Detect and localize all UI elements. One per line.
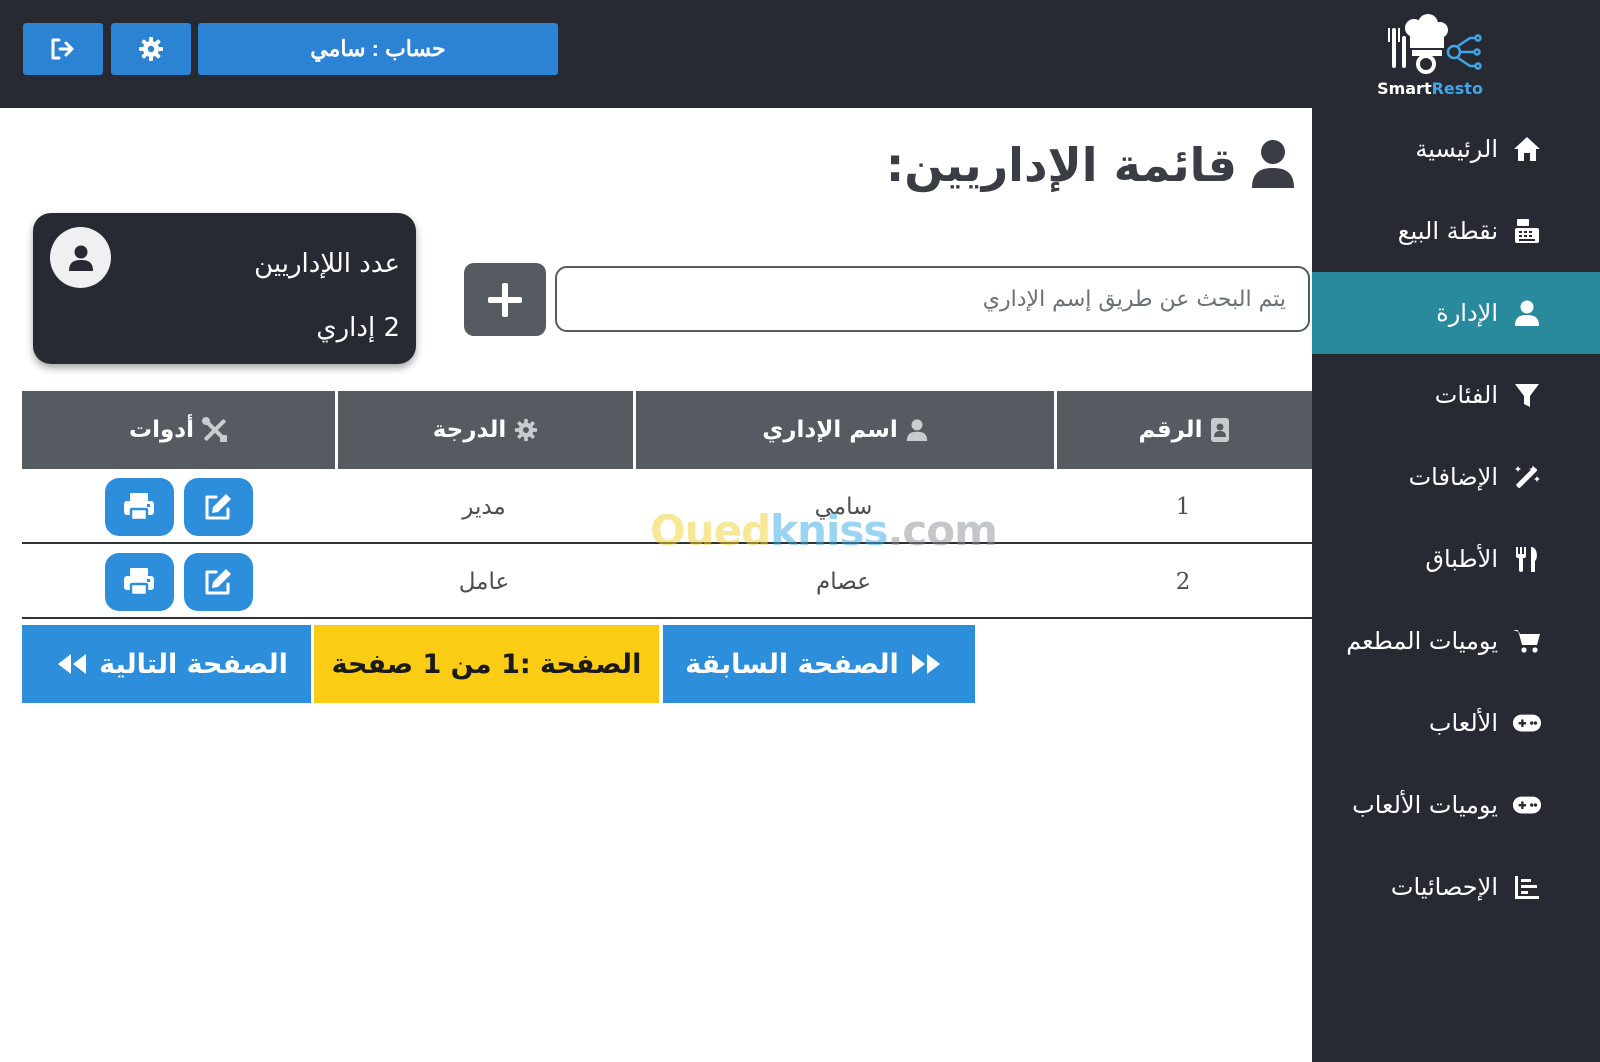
- logout-button[interactable]: [23, 23, 103, 75]
- sidebar-item-label: الأطباق: [1425, 545, 1498, 573]
- next-page-button[interactable]: الصفحة التالية: [22, 625, 311, 703]
- avatar: [50, 227, 111, 288]
- logout-icon: [51, 38, 74, 60]
- gamepad-icon: [1512, 790, 1542, 820]
- admin-count-card: عدد اللإداريين 2 إداري: [33, 213, 416, 364]
- page-info: الصفحة :1 من 1 صفحة: [314, 625, 659, 703]
- plus-icon: [488, 282, 522, 317]
- sidebar-item-label: نقطة البيع: [1397, 217, 1498, 245]
- edit-icon: [205, 493, 231, 519]
- table-row: عامل عصام 2: [22, 546, 1312, 619]
- backward-icon: [55, 652, 89, 676]
- sidebar-item-categories[interactable]: الفئات: [1312, 354, 1600, 436]
- cell-grade: عامل: [458, 568, 510, 595]
- print-button[interactable]: [104, 552, 174, 611]
- watermark: Ouedkniss.com: [650, 506, 998, 555]
- table-header: أدوات الدرجة اسم الإداري الرقم: [22, 391, 1312, 469]
- account-button[interactable]: حساب : سامي: [198, 23, 558, 75]
- column-header-grade: الدرجة: [335, 391, 633, 469]
- sidebar-item-statistics[interactable]: الإحصائيات: [1312, 846, 1600, 928]
- tools-icon: [202, 417, 228, 443]
- top-bar: حساب : سامي SmartResto: [0, 0, 1600, 108]
- sidebar-item-addons[interactable]: الإضافات: [1312, 436, 1600, 518]
- page-title-row: قائمة الإداريين:: [886, 138, 1295, 192]
- user-icon: [1512, 298, 1542, 328]
- gamepad-icon: [1512, 708, 1542, 738]
- admin-count-title: عدد اللإداريين: [254, 249, 400, 279]
- gear-icon: [139, 37, 163, 61]
- sidebar-item-pos[interactable]: نقطة البيع: [1312, 190, 1600, 272]
- sidebar-item-label: الرئيسية: [1415, 135, 1498, 163]
- sidebar: الرئيسية نقطة البيع الإدارة الفئات الإضا…: [1312, 108, 1600, 1062]
- page-title: قائمة الإداريين:: [885, 138, 1237, 192]
- cell-number: 2: [1175, 568, 1191, 595]
- chart-icon: [1512, 872, 1542, 902]
- sidebar-item-games-journal[interactable]: يوميات الألعاب: [1312, 764, 1600, 846]
- utensils-icon: [1512, 544, 1542, 574]
- add-admin-button[interactable]: [464, 263, 546, 336]
- search-input[interactable]: [555, 266, 1310, 332]
- user-icon: [906, 418, 928, 442]
- sidebar-item-admin[interactable]: الإدارة: [1312, 272, 1600, 354]
- user-icon: [1247, 139, 1295, 191]
- row-actions: [22, 546, 335, 617]
- print-button[interactable]: [104, 477, 174, 536]
- cell-name: عصام: [816, 568, 871, 595]
- cart-icon: [1512, 626, 1542, 656]
- gear-icon: [514, 418, 538, 442]
- home-icon: [1512, 134, 1542, 164]
- smartresto-logo: SmartResto: [1370, 14, 1490, 98]
- magic-wand-icon: [1512, 462, 1542, 492]
- previous-page-button[interactable]: الصفحة السابقة: [663, 625, 975, 703]
- user-icon: [68, 245, 93, 271]
- column-header-name: اسم الإداري: [633, 391, 1054, 469]
- print-icon: [124, 567, 154, 596]
- sidebar-item-label: يوميات الألعاب: [1352, 791, 1498, 819]
- sidebar-item-label: يوميات المطعم: [1346, 627, 1498, 655]
- logo-text: SmartResto: [1377, 79, 1483, 98]
- sidebar-item-home[interactable]: الرئيسية: [1312, 108, 1600, 190]
- sidebar-item-label: الإدارة: [1436, 299, 1498, 327]
- sidebar-item-restaurant-journal[interactable]: يوميات المطعم: [1312, 600, 1600, 682]
- filter-icon: [1512, 380, 1542, 410]
- cell-grade: مدير: [462, 493, 506, 520]
- edit-button[interactable]: [183, 477, 253, 536]
- sidebar-item-label: الإحصائيات: [1390, 873, 1498, 901]
- sidebar-item-dishes[interactable]: الأطباق: [1312, 518, 1600, 600]
- cell-number: 1: [1175, 493, 1191, 520]
- edit-icon: [205, 568, 231, 594]
- row-actions: [22, 471, 335, 542]
- sidebar-item-games[interactable]: الألعاب: [1312, 682, 1600, 764]
- admin-count-value: 2 إداري: [316, 313, 400, 343]
- settings-button[interactable]: [111, 23, 191, 75]
- sidebar-item-label: الإضافات: [1408, 463, 1498, 491]
- column-header-tools: أدوات: [22, 391, 335, 469]
- column-header-number: الرقم: [1054, 391, 1312, 469]
- print-icon: [124, 492, 154, 521]
- forward-icon: [909, 652, 943, 676]
- id-badge-icon: [1210, 417, 1230, 443]
- edit-button[interactable]: [183, 552, 253, 611]
- sidebar-item-label: الألعاب: [1428, 709, 1498, 737]
- cash-register-icon: [1512, 216, 1542, 246]
- chef-hat-logo-icon: [1388, 14, 1482, 74]
- sidebar-item-label: الفئات: [1434, 381, 1498, 409]
